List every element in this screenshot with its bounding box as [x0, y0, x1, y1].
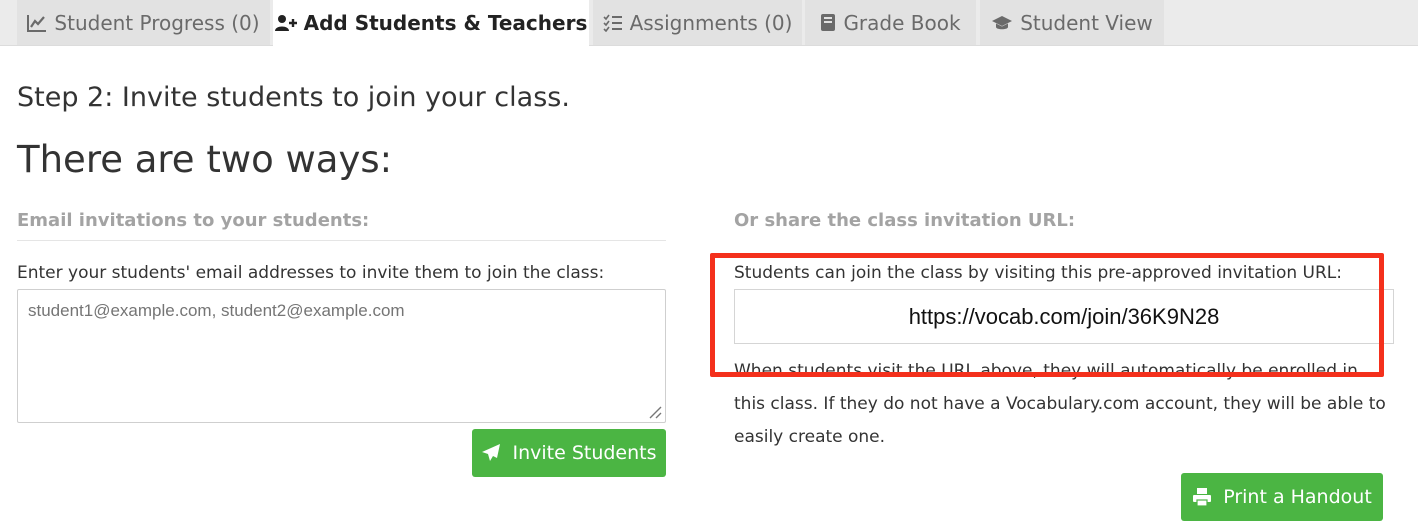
step-title: Step 2: Invite students to join your cla…: [17, 82, 570, 113]
graduation-cap-icon: [991, 15, 1013, 31]
tab-label: Grade Book: [843, 10, 961, 35]
tab-label: Student Progress (0): [54, 10, 260, 35]
email-section-heading: Email invitations to your students:: [17, 210, 370, 231]
print-handout-label: Print a Handout: [1223, 486, 1372, 508]
invite-students-button[interactable]: Invite Students: [472, 429, 666, 477]
checklist-icon: [602, 14, 623, 32]
invite-students-label: Invite Students: [512, 442, 657, 464]
invitation-url-field[interactable]: [734, 289, 1394, 344]
tab-label: Student View: [1020, 10, 1153, 35]
print-handout-button[interactable]: Print a Handout: [1181, 473, 1383, 521]
user-plus-icon: [274, 14, 297, 32]
resize-handle-icon[interactable]: [646, 403, 662, 419]
tab-student-view[interactable]: Student View: [980, 0, 1164, 45]
tab-add-students-teachers[interactable]: Add Students & Teachers: [273, 0, 589, 46]
tab-bar: Student Progress (0) Add Students & Teac…: [0, 0, 1418, 46]
tab-assignments[interactable]: Assignments (0): [593, 0, 802, 45]
line-chart-icon: [27, 14, 47, 32]
tab-label: Add Students & Teachers: [303, 11, 588, 35]
book-icon: [820, 13, 836, 32]
email-addresses-input[interactable]: [17, 289, 666, 423]
url-field-label: Students can join the class by visiting …: [734, 263, 1342, 283]
ways-heading: There are two ways:: [17, 138, 393, 181]
url-section-heading: Or share the class invitation URL:: [734, 210, 1076, 231]
tab-label: Assignments (0): [629, 10, 793, 35]
tab-grade-book[interactable]: Grade Book: [805, 0, 976, 45]
printer-icon: [1192, 487, 1212, 507]
email-field-label: Enter your students' email addresses to …: [17, 263, 605, 283]
url-description: When students visit the URL above, they …: [734, 361, 1386, 447]
tab-student-progress[interactable]: Student Progress (0): [17, 0, 270, 45]
paper-plane-icon: [481, 443, 501, 463]
section-divider: [17, 240, 666, 241]
